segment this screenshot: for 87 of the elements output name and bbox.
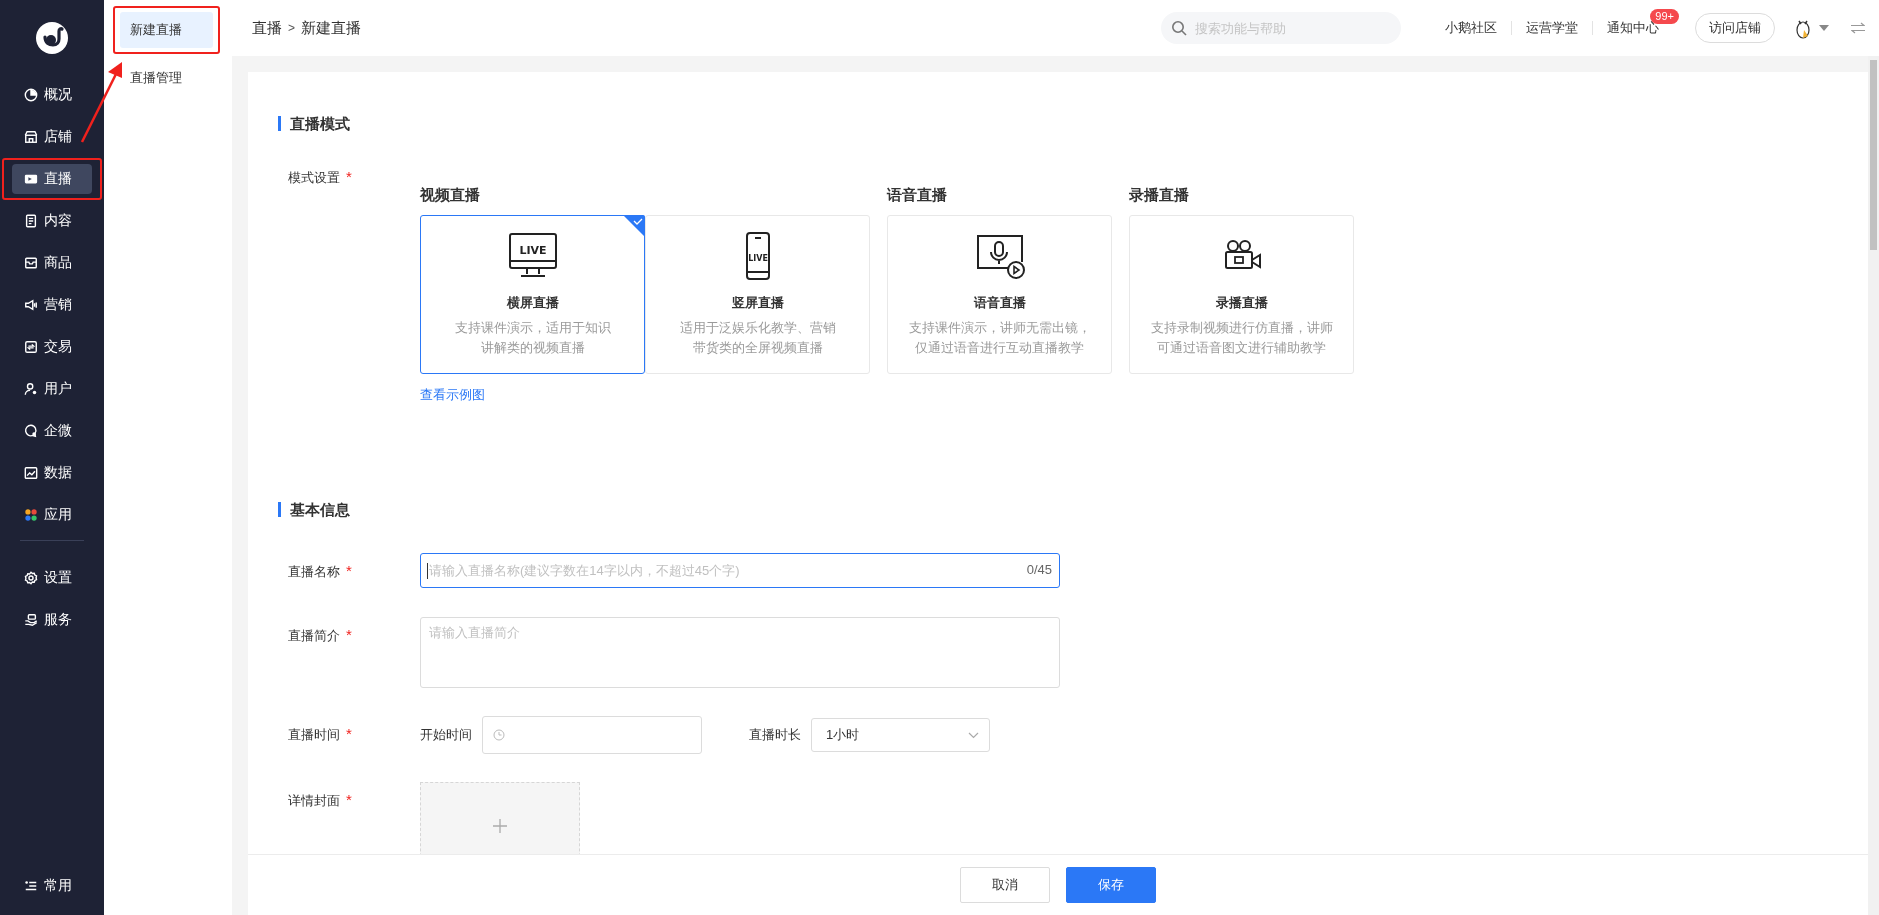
section-title: 基本信息 xyxy=(278,502,1838,517)
video-camera-icon xyxy=(1224,240,1261,269)
live-label: LIVE xyxy=(747,254,768,263)
sidebar-item[interactable]: 内容 xyxy=(12,206,92,236)
sidebar-item[interactable]: 常用 xyxy=(12,871,92,901)
mode-option-card[interactable]: LIVE 横屏直播 支持课件演示，适用于知识 讲解类的视频直播 xyxy=(420,215,645,374)
sidebar-item[interactable]: 应用 xyxy=(12,500,92,530)
field-label: 直播名称 * xyxy=(288,561,353,581)
sidebar-item[interactable]: 营销 xyxy=(12,290,92,320)
field-label: 直播时间 * xyxy=(288,724,353,744)
phone-icon xyxy=(745,232,770,280)
mode-option-card[interactable]: LIVE 竖屏直播 适用于泛娱乐化教学、营销 带货类的全屏视频直播 xyxy=(645,215,870,374)
chevron-down-icon xyxy=(968,731,979,739)
mode-option-card[interactable]: 录播直播 支持录制视频进行仿直播，讲师 可通过语音图文进行辅助教学 xyxy=(1129,215,1354,374)
required-mark: * xyxy=(346,626,352,643)
clock-icon xyxy=(493,729,505,741)
field-label: 详情封面 * xyxy=(288,790,353,810)
sidebar-item[interactable]: 数据 xyxy=(12,458,92,488)
group-title: 语音直播 xyxy=(887,185,948,205)
field-label: 开始时间 xyxy=(420,726,472,744)
apps-icon xyxy=(24,508,38,522)
list-icon xyxy=(24,879,38,893)
submenu-item[interactable]: 新建直播 xyxy=(120,12,213,48)
chat-icon xyxy=(24,424,38,438)
chart-icon xyxy=(24,466,38,480)
document-icon xyxy=(24,214,38,228)
sidebar-item[interactable]: 设置 xyxy=(12,563,92,593)
plus-icon xyxy=(493,819,507,833)
pie-chart-icon xyxy=(24,88,38,102)
field-label: 直播时长 xyxy=(749,726,801,744)
option-description: 支持课件演示，适用于知识 讲解类的视频直播 xyxy=(454,320,611,357)
submenu-item[interactable]: 直播管理 xyxy=(120,60,213,96)
option-description: 支持录制视频进行仿直播，讲师 可通过语音图文进行辅助教学 xyxy=(1150,320,1333,357)
sidebar-item[interactable]: 直播 xyxy=(12,164,92,194)
required-mark: * xyxy=(346,562,352,579)
sidebar-item[interactable]: 用户 xyxy=(12,374,92,404)
start-time-field[interactable] xyxy=(482,716,702,754)
live-label: LIVE xyxy=(518,244,547,257)
section-title: 直播模式 xyxy=(278,116,1838,131)
exchange-icon xyxy=(24,340,38,354)
settings-icon xyxy=(24,571,38,585)
breadcrumb-current: 新建直播 xyxy=(301,18,361,38)
intro-text-area[interactable]: 请输入直播简介 xyxy=(420,617,1060,688)
visit-store-button[interactable]: 访问店铺 xyxy=(1695,13,1775,43)
group-title: 视频直播 xyxy=(420,185,481,205)
selected-check-icon xyxy=(623,215,645,237)
required-mark: * xyxy=(346,725,352,742)
sidebar-item[interactable]: 交易 xyxy=(12,332,92,362)
microphone-screen-icon xyxy=(976,235,1025,279)
swap-icon xyxy=(1851,22,1865,34)
option-title: 横屏直播 xyxy=(506,294,559,312)
header-link[interactable]: 小鹅社区 xyxy=(1445,20,1497,35)
option-title: 竖屏直播 xyxy=(731,294,784,312)
duration-select[interactable]: 1小时 xyxy=(811,718,990,752)
upload-area[interactable] xyxy=(420,782,580,854)
group-title: 录播直播 xyxy=(1129,185,1190,205)
mode-option-card[interactable]: 语音直播 支持课件演示，讲师无需出镜， 仅通过语音进行互动直播教学 xyxy=(887,215,1112,374)
field-label: 模式设置 * xyxy=(288,169,353,187)
character-counter: 0/45 xyxy=(1026,562,1052,577)
tray-icon xyxy=(24,256,38,270)
breadcrumb-separator: > xyxy=(288,21,295,35)
monitor-icon xyxy=(508,233,557,277)
sidebar-item[interactable]: 企微 xyxy=(12,416,92,446)
store-icon xyxy=(24,130,38,144)
video-icon xyxy=(24,172,38,186)
option-description: 支持课件演示，讲师无需出镜， 仅通过语音进行互动直播教学 xyxy=(908,320,1091,357)
cancel-button[interactable]: 取消 xyxy=(960,867,1050,903)
sidebar-item[interactable]: 店铺 xyxy=(12,122,92,152)
caret-icon xyxy=(1819,25,1829,31)
sidebar-item[interactable]: 服务 xyxy=(12,605,92,635)
option-title: 录播直播 xyxy=(1215,294,1268,312)
breadcrumb-link[interactable]: 直播 xyxy=(252,18,282,38)
hand-icon xyxy=(24,613,38,627)
search-icon xyxy=(1171,20,1187,36)
example-link[interactable]: 查看示例图 xyxy=(420,386,485,404)
logo-icon xyxy=(36,22,68,54)
sidebar-item[interactable]: 商品 xyxy=(12,248,92,278)
required-mark: * xyxy=(346,168,352,185)
field-label: 直播简介 * xyxy=(288,625,353,645)
option-description: 适用于泛娱乐化教学、营销 带货类的全屏视频直播 xyxy=(679,320,836,357)
option-title: 语音直播 xyxy=(973,294,1026,312)
header-link[interactable]: 运营学堂 xyxy=(1526,20,1578,35)
required-mark: * xyxy=(346,791,352,808)
sidebar-item[interactable]: 概况 xyxy=(12,80,92,110)
save-button[interactable]: 保存 xyxy=(1066,867,1156,903)
user-icon xyxy=(24,382,38,396)
megaphone-icon xyxy=(24,298,38,312)
